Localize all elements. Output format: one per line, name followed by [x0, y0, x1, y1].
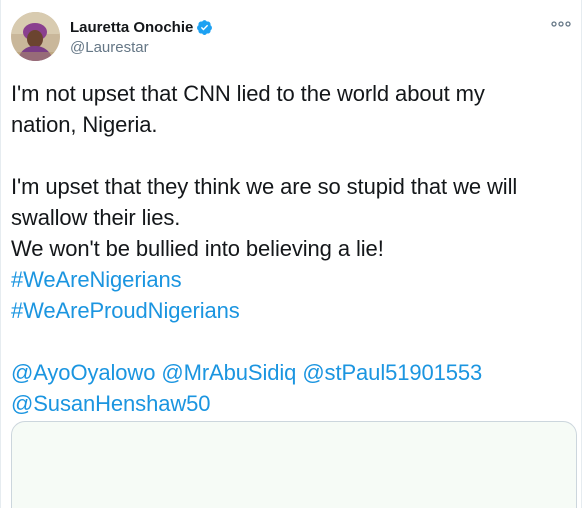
author-handle[interactable]: @Laurestar	[70, 39, 149, 56]
tweet-line: I'm upset that they think we are so stup…	[11, 174, 518, 199]
tweet-card: Lauretta Onochie @Laurestar I'm not upse…	[0, 0, 582, 508]
mention-link[interactable]: @MrAbuSidiq	[161, 360, 296, 385]
more-options-icon[interactable]	[549, 14, 573, 34]
tweet-text: I'm not upset that CNN lied to the world…	[11, 78, 571, 419]
mention-link[interactable]: @AyoOyalowo	[11, 360, 155, 385]
author-name-row: Lauretta Onochie	[70, 18, 213, 36]
hashtag-link[interactable]: #WeAreNigerians	[11, 267, 182, 292]
author-display-name[interactable]: Lauretta Onochie	[70, 19, 193, 36]
mention-link[interactable]: @stPaul51901553	[302, 360, 482, 385]
tweet-line: swallow their lies.	[11, 205, 181, 230]
hashtag-link[interactable]: #WeAreProudNigerians	[11, 298, 240, 323]
avatar[interactable]	[11, 12, 60, 61]
verified-badge-icon	[196, 19, 213, 36]
mention-link[interactable]: @SusanHenshaw50	[11, 391, 211, 416]
tweet-line: I'm not upset that CNN lied to the world…	[11, 81, 485, 106]
tweet-line: nation, Nigeria.	[11, 112, 158, 137]
tweet-line: We won't be bullied into believing a lie…	[11, 236, 384, 261]
profile-photo	[11, 12, 60, 61]
media-card[interactable]	[11, 421, 577, 508]
